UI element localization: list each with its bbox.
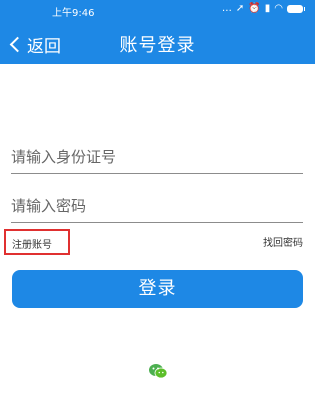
wifi-icon: ◠ [274, 3, 283, 14]
location-icon: ➚ [235, 3, 245, 14]
alarm-icon: ⏰ [248, 3, 261, 14]
more-icon: … [221, 3, 232, 14]
forgot-password-link[interactable]: 找回密码 [263, 234, 303, 249]
password-input[interactable] [11, 192, 303, 220]
id-number-input[interactable] [11, 143, 303, 171]
status-bar: 上午9:46 … ➚ ⏰ ▮ ◠ [0, 0, 315, 20]
battery-icon [287, 4, 305, 13]
login-screen: 上午9:46 … ➚ ⏰ ▮ ◠ 返回 账号登录 注册账号 找回密码 登录 [0, 0, 315, 399]
register-highlight: 注册账号 [4, 229, 70, 255]
status-icons: … ➚ ⏰ ▮ ◠ [221, 3, 305, 14]
password-field [11, 192, 303, 223]
page-title: 账号登录 [119, 35, 196, 56]
id-number-field [11, 143, 303, 174]
signal-icon: ▮ [264, 3, 271, 14]
wechat-icon[interactable] [148, 363, 168, 379]
register-link[interactable]: 注册账号 [12, 236, 52, 251]
login-button[interactable]: 登录 [12, 270, 303, 308]
status-time: 上午9:46 [52, 8, 95, 19]
navigation-bar: 返回 账号登录 [0, 20, 315, 64]
